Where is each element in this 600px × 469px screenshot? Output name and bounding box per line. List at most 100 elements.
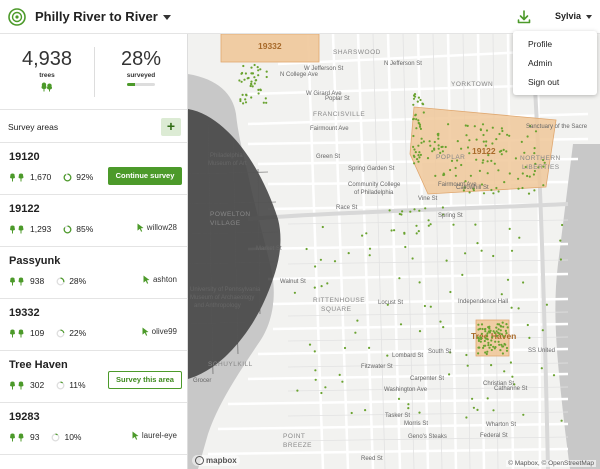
tree-dot	[465, 416, 468, 419]
area-stats: 93 10%	[9, 430, 81, 444]
tree-dot	[418, 209, 421, 212]
tree-dot	[490, 348, 493, 352]
tree-dot	[437, 137, 440, 140]
survey-area-item[interactable]: 19122 1,293 85% willow28	[0, 195, 187, 247]
survey-area-item[interactable]: 19120 1,670 92% Continue survey	[0, 143, 187, 195]
area-tree-count: 302	[30, 380, 45, 390]
street-spring-garden: Spring Garden St	[348, 166, 395, 172]
assignee-name: laurel-eye	[141, 431, 177, 440]
survey-this-area-button[interactable]: Survey this area	[108, 371, 182, 389]
tree-dot	[491, 336, 494, 339]
tree-dot	[441, 206, 444, 209]
tree-dot	[418, 125, 422, 128]
progress-ring-icon	[63, 225, 72, 233]
area-stats: 1,670 92%	[9, 170, 93, 184]
tree-dot	[493, 331, 496, 334]
tree-dot	[500, 293, 503, 296]
tree-dot	[407, 403, 410, 406]
survey-area-item[interactable]: Tree Haven 302 11% Survey this area	[0, 351, 187, 403]
area-name: Passyunk	[9, 255, 61, 267]
area-assignee[interactable]: ashton	[143, 275, 177, 284]
tree-dot	[418, 151, 421, 154]
download-icon[interactable]	[516, 9, 532, 25]
survey-area-item[interactable]: 19283 93 10% laurel-eye	[0, 403, 187, 455]
map-attribution[interactable]: © Mapbox, © OpenStreetMap	[506, 460, 596, 467]
tree-dot	[413, 93, 417, 96]
project-selector[interactable]: Philly River to River	[35, 9, 171, 24]
tree-dot	[487, 341, 490, 344]
tree-dot	[265, 75, 268, 79]
menu-item-sign-out[interactable]: Sign out	[513, 73, 597, 92]
tree-dot	[466, 124, 469, 127]
tree-dot	[472, 406, 475, 409]
survey-area-item[interactable]: 19332 109 22% olive99	[0, 299, 187, 351]
tree-dot	[520, 140, 523, 143]
tree-dot	[505, 150, 508, 153]
tree-dot	[441, 150, 444, 153]
tree-dot	[414, 114, 417, 117]
tree-dot	[526, 135, 529, 138]
tree-dot	[423, 304, 426, 308]
tree-dot	[326, 282, 329, 285]
continue-survey-button[interactable]: Continue survey	[108, 167, 182, 185]
tree-dot	[510, 249, 514, 252]
menu-item-profile[interactable]: Profile	[513, 35, 597, 54]
tree-dot	[505, 346, 509, 350]
tree-dot	[482, 192, 486, 195]
area-assignee[interactable]: olive99	[142, 327, 177, 336]
user-menu-toggle[interactable]: Sylvia	[555, 11, 593, 21]
cursor-icon	[137, 223, 144, 232]
hood-powelton-1: POWELTON	[210, 211, 251, 218]
tree-dot	[500, 149, 503, 152]
tree-dot	[475, 138, 478, 141]
selected-area-overlay[interactable]	[188, 109, 281, 379]
menu-item-admin[interactable]: Admin	[513, 54, 597, 73]
add-survey-area-button[interactable]: +	[161, 118, 181, 136]
tree-dot	[256, 66, 259, 69]
tree-dot	[528, 336, 531, 339]
hood-northern-liberties-2: LIBERTIES	[522, 164, 560, 171]
tree-dot	[481, 123, 485, 126]
tree-dot	[501, 352, 504, 355]
street-vine: Vine St	[418, 196, 438, 202]
tree-dot	[511, 375, 514, 378]
tree-dot	[440, 145, 443, 149]
tree-dot	[477, 323, 480, 326]
tree-dot	[413, 148, 416, 151]
tree-dot	[397, 397, 401, 400]
map[interactable]: 19332 19122 Tree Haven YORKTOWN FRANCISV…	[188, 34, 600, 469]
map-canvas[interactable]: 19332 19122 Tree Haven YORKTOWN FRANCISV…	[188, 34, 600, 469]
tree-dot	[427, 224, 430, 227]
tree-dot	[445, 259, 448, 262]
area-label-19332: 19332	[258, 41, 282, 51]
area-assignee[interactable]: laurel-eye	[132, 431, 177, 440]
survey-areas-header: Survey areas +	[0, 110, 187, 143]
tree-dot	[487, 154, 490, 157]
tree-dot	[533, 152, 536, 155]
tree-dot	[368, 247, 372, 250]
hood-powelton-2: VILLAGE	[210, 220, 241, 227]
tree-dot	[250, 96, 253, 99]
tree-dot	[500, 333, 503, 336]
tree-dot	[474, 223, 477, 226]
street-spring: Spring St	[438, 213, 463, 219]
tree-dot	[503, 342, 506, 346]
tree-dot	[293, 291, 296, 294]
tree-dot	[452, 223, 455, 226]
surveyed-label: surveyed	[126, 72, 156, 79]
trees-icon	[10, 225, 24, 233]
tree-dot	[460, 147, 463, 150]
tree-dot	[488, 346, 491, 349]
survey-area-item[interactable]: Passyunk 938 28% ashton	[0, 247, 187, 299]
area-stats: 938 28%	[9, 274, 86, 288]
tree-dot	[431, 150, 434, 153]
tree-dot	[257, 88, 260, 91]
tree-dot	[429, 144, 432, 147]
tree-target-logo-icon[interactable]	[8, 8, 26, 26]
tree-dot	[506, 278, 510, 281]
mapbox-logo[interactable]: mapbox	[192, 455, 240, 466]
tree-dot	[469, 174, 472, 177]
area-assignee[interactable]: willow28	[137, 223, 177, 232]
tree-dot	[412, 134, 415, 138]
street-morris: Morris St	[404, 421, 428, 427]
